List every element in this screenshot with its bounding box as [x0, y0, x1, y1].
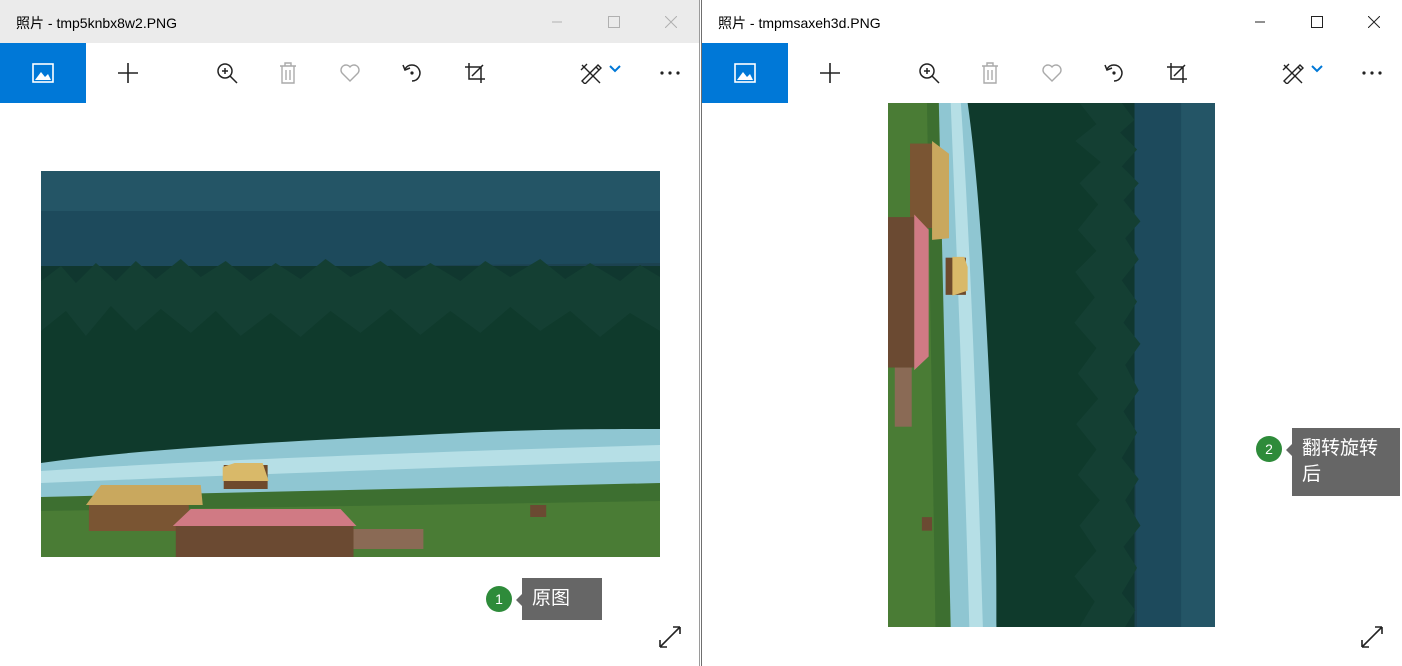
- maximize-icon: [607, 15, 620, 28]
- crop-button[interactable]: [445, 43, 505, 103]
- add-button[interactable]: [98, 43, 158, 103]
- callout-label: 翻转旋转后: [1286, 428, 1400, 496]
- crop-icon: [465, 63, 485, 83]
- zoom-button[interactable]: [899, 43, 959, 103]
- edit-button[interactable]: [1262, 43, 1342, 103]
- edit-button[interactable]: [560, 43, 640, 103]
- minimize-button[interactable]: [528, 0, 585, 43]
- photo-icon: [32, 63, 54, 83]
- close-icon: [1367, 15, 1380, 28]
- favorite-icon: [340, 64, 360, 82]
- more-icon: [1362, 71, 1382, 75]
- edit-icon: [580, 63, 602, 84]
- chevron-down-icon: [609, 65, 621, 73]
- callout-rotated: 2 翻转旋转后: [1256, 428, 1400, 496]
- more-button[interactable]: [1342, 43, 1402, 103]
- callout-number: 2: [1256, 436, 1282, 462]
- favorite-icon: [1042, 64, 1062, 82]
- zoom-button[interactable]: [197, 43, 257, 103]
- rotate-button[interactable]: [382, 43, 442, 103]
- add-icon: [820, 63, 840, 83]
- crop-button[interactable]: [1147, 43, 1207, 103]
- edit-icon: [1282, 63, 1304, 84]
- callout-original: 1 原图: [486, 578, 602, 620]
- photo-button[interactable]: [0, 43, 86, 103]
- delete-button[interactable]: [960, 43, 1020, 103]
- photos-window-original: 照片 - tmp5knbx8w2.PNG 1 原图: [0, 0, 700, 666]
- photo-rotated[interactable]: [888, 103, 1215, 627]
- more-button[interactable]: [640, 43, 699, 103]
- close-button[interactable]: [642, 0, 699, 43]
- callout-number: 1: [486, 586, 512, 612]
- rotate-icon: [1104, 64, 1123, 82]
- maximize-button[interactable]: [1288, 0, 1345, 43]
- delete-button[interactable]: [258, 43, 318, 103]
- add-button[interactable]: [800, 43, 860, 103]
- expand-icon: [1361, 626, 1383, 648]
- delete-icon: [982, 62, 998, 84]
- maximize-button[interactable]: [585, 0, 642, 43]
- minimize-icon: [1254, 21, 1265, 22]
- favorite-button[interactable]: [1022, 43, 1082, 103]
- photos-window-rotated: 照片 - tmpmsaxeh3d.PNG 2 翻转旋转后: [701, 0, 1402, 666]
- expand-icon: [659, 626, 681, 648]
- rotate-icon: [402, 64, 421, 82]
- rotate-button[interactable]: [1084, 43, 1144, 103]
- minimize-icon: [551, 21, 562, 22]
- zoom-icon: [217, 63, 238, 84]
- fullscreen-button[interactable]: [1357, 622, 1387, 652]
- fullscreen-button[interactable]: [655, 622, 685, 652]
- toolbar: [0, 43, 699, 103]
- photo-original[interactable]: [41, 171, 660, 557]
- window-title: 照片 - tmp5knbx8w2.PNG: [16, 15, 178, 31]
- close-icon: [664, 15, 677, 28]
- callout-label: 原图: [516, 578, 602, 620]
- zoom-icon: [919, 63, 940, 84]
- maximize-icon: [1310, 15, 1323, 28]
- title-bar[interactable]: 照片 - tmp5knbx8w2.PNG: [0, 0, 699, 43]
- window-title: 照片 - tmpmsaxeh3d.PNG: [718, 15, 881, 31]
- minimize-button[interactable]: [1231, 0, 1288, 43]
- close-button[interactable]: [1345, 0, 1402, 43]
- title-bar[interactable]: 照片 - tmpmsaxeh3d.PNG: [702, 0, 1402, 43]
- more-icon: [660, 71, 680, 75]
- delete-icon: [280, 62, 296, 84]
- toolbar: [702, 43, 1402, 103]
- chevron-down-icon: [1311, 65, 1323, 73]
- photo-button[interactable]: [702, 43, 788, 103]
- add-icon: [118, 63, 138, 83]
- favorite-button[interactable]: [320, 43, 380, 103]
- crop-icon: [1167, 63, 1187, 83]
- photo-icon: [734, 63, 756, 83]
